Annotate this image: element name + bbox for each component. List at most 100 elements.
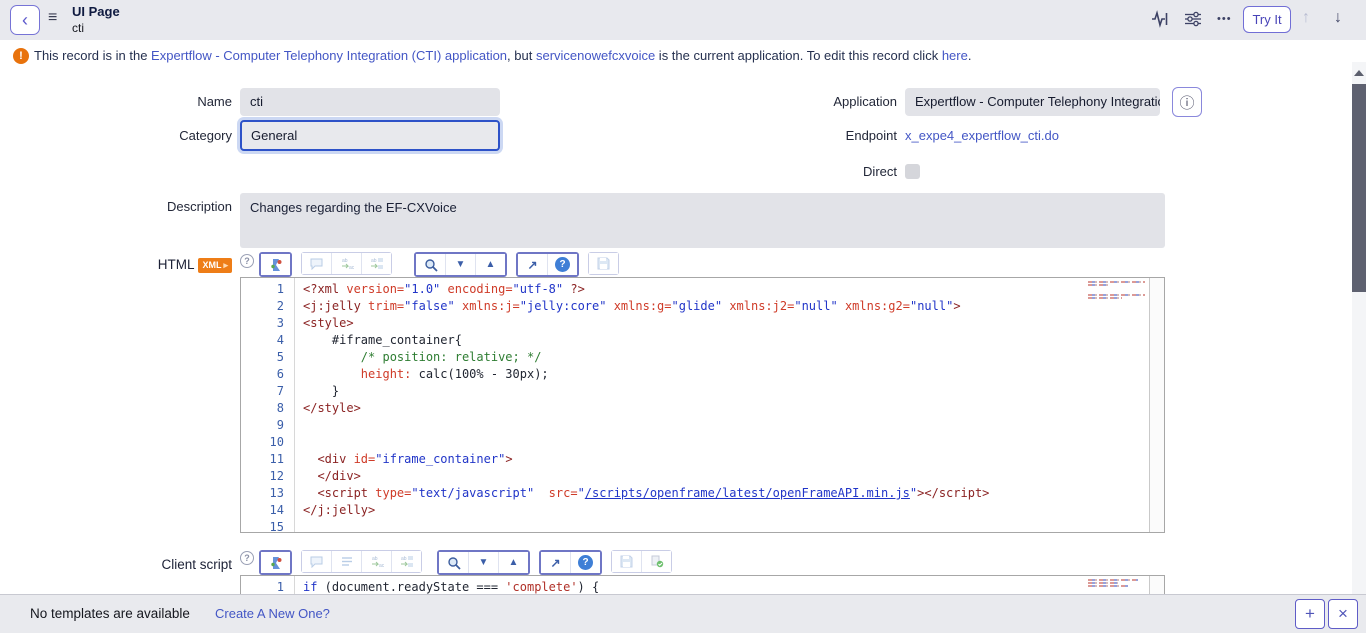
direct-checkbox[interactable]: [905, 164, 920, 179]
find-previous-button[interactable]: ▲: [499, 552, 528, 573]
svg-text:ab: ab: [372, 556, 378, 562]
replace-icon: abac: [340, 257, 354, 270]
comment-icon: [310, 556, 323, 568]
create-template-link[interactable]: Create A New One?: [215, 595, 330, 633]
html-editor-code[interactable]: <?xml version="1.0" encoding="utf-8" ?><…: [303, 281, 1148, 533]
find-next-button[interactable]: ▼: [446, 254, 476, 275]
save-group-disabled: [588, 252, 619, 275]
help-icon: ?: [555, 257, 570, 272]
syntax-check-button[interactable]: [642, 551, 671, 572]
html-field-label-row: HTMLXML▸: [0, 257, 232, 273]
save-button[interactable]: [612, 551, 642, 572]
close-icon: ×: [1338, 604, 1348, 624]
comment-icon: [310, 258, 323, 270]
format-code-icon: [269, 556, 283, 570]
client-script-label: Client script: [0, 557, 232, 572]
record-type-title: UI Page: [72, 4, 120, 20]
html-editor-scrollbar[interactable]: [1149, 278, 1164, 532]
chevron-up-icon: ▲: [509, 557, 519, 568]
open-in-new-window-button[interactable]: ↗: [541, 552, 571, 573]
help-icon: ?: [578, 555, 593, 570]
edit-group-disabled: abac ab: [301, 550, 422, 573]
search-button[interactable]: [439, 552, 469, 573]
format-code-button[interactable]: [261, 552, 290, 573]
html-label: HTML: [158, 257, 195, 272]
plus-icon: +: [1305, 604, 1315, 624]
chevron-up-icon: ▲: [486, 259, 496, 270]
format-group: [259, 550, 292, 575]
html-code-editor[interactable]: 123456789101112131415 <?xml version="1.0…: [240, 277, 1165, 533]
previous-record-arrow-icon[interactable]: ↑: [1302, 9, 1310, 27]
xml-badge[interactable]: XML▸: [198, 258, 232, 273]
activity-pulse-icon[interactable]: [1150, 10, 1170, 28]
warning-icon: !: [13, 48, 29, 64]
scrollbar-thumb[interactable]: [1352, 84, 1366, 292]
application-label: Application: [700, 88, 897, 116]
html-editor-help-icon[interactable]: ?: [240, 254, 254, 268]
search-icon: [424, 258, 438, 272]
scrollbar-up-arrow-icon[interactable]: [1354, 70, 1364, 76]
search-group: ▼ ▲: [437, 550, 530, 575]
find-previous-button[interactable]: ▲: [476, 254, 505, 275]
html-editor-minimap: [1088, 281, 1146, 300]
badge-arrow-icon: ▸: [223, 260, 228, 270]
name-input[interactable]: cti: [240, 88, 500, 116]
edit-group-disabled: abac ab: [301, 252, 392, 275]
preview-button[interactable]: [332, 551, 362, 572]
add-template-button[interactable]: +: [1295, 599, 1325, 629]
replace-button[interactable]: abac: [332, 253, 362, 274]
header-bar: ‹ ≡ UI Page cti ••• Try It ↑ ↓: [0, 0, 1366, 40]
popout-icon: ↗: [527, 258, 537, 272]
page-scrollbar[interactable]: [1352, 62, 1366, 594]
lines-icon: [341, 556, 353, 567]
editor-help-button[interactable]: ?: [548, 254, 577, 275]
client-script-editor[interactable]: 1 if (document.readyState === 'complete'…: [240, 575, 1165, 594]
category-select[interactable]: General: [240, 120, 500, 151]
save-button[interactable]: [589, 253, 618, 274]
format-code-button[interactable]: [261, 254, 290, 275]
comment-button[interactable]: [302, 253, 332, 274]
save-check-group-disabled: [611, 550, 672, 573]
find-next-button[interactable]: ▼: [469, 552, 499, 573]
client-script-help-icon[interactable]: ?: [240, 551, 254, 565]
description-textarea[interactable]: Changes regarding the EF-CXVoice: [240, 193, 1165, 248]
client-script-toolbar: abac ab ▼ ▲ ↗ ?: [259, 550, 681, 575]
svg-text:ab: ab: [401, 556, 407, 562]
application-input[interactable]: Expertflow - Computer Telephony Integrat…: [905, 88, 1160, 116]
next-record-arrow-icon[interactable]: ↓: [1334, 9, 1342, 27]
client-editor-scrollbar[interactable]: [1149, 576, 1164, 594]
comment-button[interactable]: [302, 551, 332, 572]
replace-all-button[interactable]: ab: [362, 253, 391, 274]
replace-all-icon: ab: [370, 257, 384, 270]
replace-all-button[interactable]: ab: [392, 551, 421, 572]
client-editor-code[interactable]: if (document.readyState === 'complete') …: [303, 579, 1148, 594]
editor-help-button[interactable]: ?: [571, 552, 600, 573]
page-title: UI Page cti: [72, 4, 120, 36]
client-editor-line-numbers: 1: [241, 576, 295, 594]
endpoint-link[interactable]: x_expe4_expertflow_cti.do: [905, 122, 1059, 150]
ui-page-editor: ‹ ≡ UI Page cti ••• Try It ↑ ↓ ! This re…: [0, 0, 1366, 633]
svg-text:ac: ac: [379, 563, 384, 568]
svg-text:ac: ac: [349, 265, 354, 270]
current-scope-link[interactable]: servicenowefcxvoice: [536, 48, 655, 63]
description-label: Description: [0, 193, 232, 221]
endpoint-label: Endpoint: [700, 122, 897, 150]
chevron-down-icon: ▼: [456, 259, 466, 270]
context-menu-icon[interactable]: ≡: [48, 9, 57, 27]
edit-here-link[interactable]: here: [942, 48, 968, 63]
name-label: Name: [0, 88, 232, 116]
category-label: Category: [0, 122, 232, 150]
close-template-bar-button[interactable]: ×: [1328, 599, 1358, 629]
application-scope-link[interactable]: Expertflow - Computer Telephony Integrat…: [151, 48, 507, 63]
application-info-button[interactable]: ⓘ: [1172, 87, 1202, 117]
more-options-icon[interactable]: •••: [1217, 13, 1232, 25]
open-in-new-window-button[interactable]: ↗: [518, 254, 548, 275]
try-it-button[interactable]: Try It: [1243, 6, 1291, 33]
search-button[interactable]: [416, 254, 446, 275]
window-group: ↗ ?: [539, 550, 602, 575]
template-status-text: No templates are available: [30, 595, 190, 633]
back-button[interactable]: ‹: [10, 5, 40, 35]
html-editor-toolbar: abac ab ▼ ▲ ↗ ?: [259, 252, 628, 277]
replace-button[interactable]: abac: [362, 551, 392, 572]
personalize-sliders-icon[interactable]: [1183, 11, 1203, 27]
